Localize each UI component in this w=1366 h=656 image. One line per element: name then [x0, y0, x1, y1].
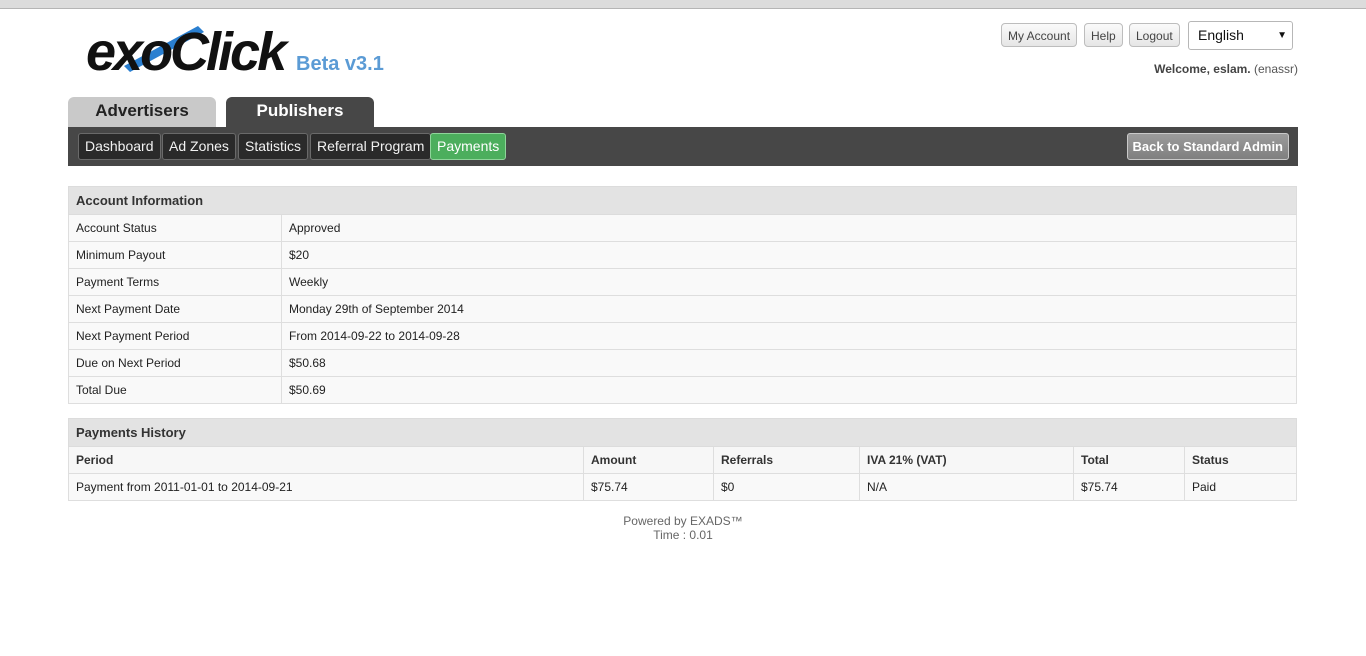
table-row: Payment Terms Weekly [68, 268, 1297, 296]
footer: Powered by EXADS™ Time : 0.01 [0, 514, 1366, 542]
account-information-title: Account Information [68, 186, 1297, 215]
table-row: Minimum Payout $20 [68, 241, 1297, 269]
cell-total: $75.74 [1073, 473, 1185, 501]
welcome-message: Welcome, eslam. (enassr) [1154, 62, 1298, 76]
row-label: Total Due [68, 376, 282, 404]
row-value: $50.69 [281, 376, 1297, 404]
dropdown-arrow-icon: ▼ [1277, 30, 1287, 41]
column-header-total: Total [1073, 446, 1185, 474]
cell-referrals: $0 [713, 473, 860, 501]
row-label: Next Payment Date [68, 295, 282, 323]
row-label: Next Payment Period [68, 322, 282, 350]
row-label: Due on Next Period [68, 349, 282, 377]
row-value: From 2014-09-22 to 2014-09-28 [281, 322, 1297, 350]
column-header-period: Period [68, 446, 584, 474]
table-header-row: Period Amount Referrals IVA 21% (VAT) To… [68, 446, 1297, 474]
table-row: Payment from 2011-01-01 to 2014-09-21 $7… [68, 473, 1297, 501]
back-to-standard-admin-button[interactable]: Back to Standard Admin [1126, 133, 1289, 160]
cell-status: Paid [1184, 473, 1297, 501]
table-row: Next Payment Date Monday 29th of Septembe… [68, 295, 1297, 323]
cell-period: Payment from 2011-01-01 to 2014-09-21 [68, 473, 584, 501]
nav-referral-program[interactable]: Referral Program [310, 133, 432, 160]
table-row: Due on Next Period $50.68 [68, 349, 1297, 377]
table-row: Account Status Approved [68, 214, 1297, 242]
row-label: Account Status [68, 214, 282, 242]
row-value: Monday 29th of September 2014 [281, 295, 1297, 323]
language-selected: English [1198, 27, 1244, 43]
table-row: Total Due $50.69 [68, 376, 1297, 404]
welcome-text: Welcome, eslam. [1154, 62, 1251, 76]
nav-ad-zones[interactable]: Ad Zones [162, 133, 236, 160]
version-label: Beta v3.1 [296, 53, 384, 75]
nav-payments[interactable]: Payments [430, 133, 507, 160]
row-value: Weekly [281, 268, 1297, 296]
logo-text: exoClick [86, 22, 287, 82]
account-information-table: Account Information Account Status Approv… [68, 186, 1297, 404]
column-header-amount: Amount [583, 446, 714, 474]
render-time-text: Time : 0.01 [653, 528, 713, 542]
nav-dashboard[interactable]: Dashboard [78, 133, 161, 160]
table-row: Next Payment Period From 2014-09-22 to 20… [68, 322, 1297, 350]
column-header-status: Status [1184, 446, 1297, 474]
my-account-button[interactable]: My Account [1001, 23, 1078, 47]
language-select[interactable]: English ▼ [1188, 21, 1293, 50]
cell-amount: $75.74 [583, 473, 714, 501]
tab-advertisers[interactable]: Advertisers [68, 97, 216, 127]
row-label: Minimum Payout [68, 241, 282, 269]
payments-history-table: Payments History Period Amount Referrals… [68, 418, 1297, 501]
row-label: Payment Terms [68, 268, 282, 296]
row-value: $20 [281, 241, 1297, 269]
column-header-vat: IVA 21% (VAT) [859, 446, 1074, 474]
logout-button[interactable]: Logout [1129, 23, 1180, 47]
browser-chrome-strip [0, 0, 1366, 9]
help-button[interactable]: Help [1084, 23, 1123, 47]
column-header-referrals: Referrals [713, 446, 860, 474]
row-value: Approved [281, 214, 1297, 242]
nav-statistics[interactable]: Statistics [238, 133, 309, 160]
exoclick-logo[interactable]: exoClick [86, 20, 287, 86]
sub-navigation: Dashboard Ad Zones Statistics Referral P… [68, 127, 1298, 166]
cell-vat: N/A [859, 473, 1074, 501]
powered-by-text: Powered by EXADS™ [623, 514, 743, 528]
username: (enassr) [1253, 62, 1298, 76]
tab-publishers[interactable]: Publishers [226, 97, 374, 127]
payments-history-title: Payments History [68, 418, 1297, 447]
row-value: $50.68 [281, 349, 1297, 377]
